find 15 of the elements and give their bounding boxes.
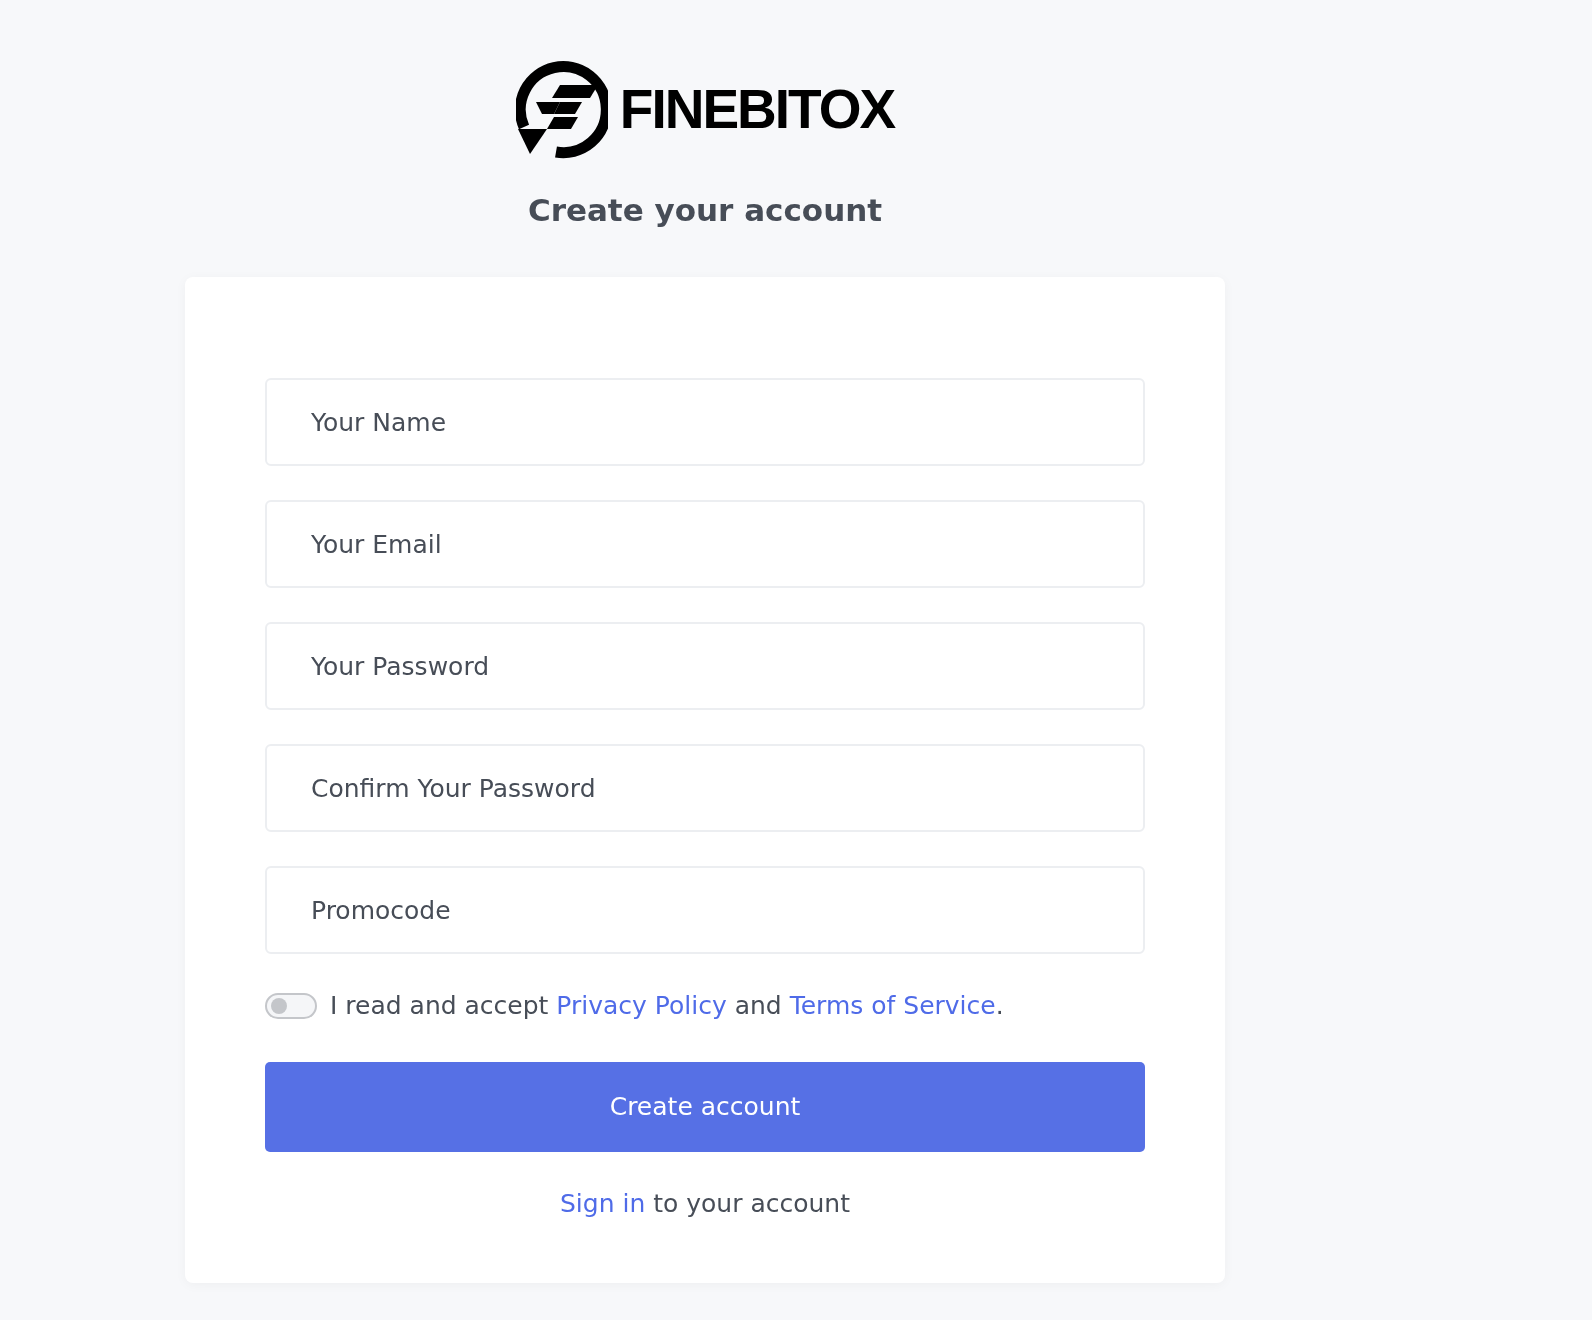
toggle-switch[interactable] [265,993,317,1019]
policy-link[interactable]: Privacy Policy [556,991,727,1020]
sign-in-link[interactable]: Sign in [560,1189,646,1218]
policy-link[interactable]: Terms of Service [789,991,996,1020]
input-field[interactable]: Your Name [265,378,1145,466]
input-field[interactable]: Your Password [265,622,1145,710]
sign-in-text: Sign in to your account [559,1188,851,1220]
input-field[interactable]: Your Email [265,500,1145,588]
page-heading: Create your account [527,191,883,230]
agreement-text: I read and accept Privacy Policy and Terms of Service. [330,990,1004,1022]
logo-text: FINEBITOX [619,81,895,137]
input-field[interactable]: Promocode [265,866,1145,954]
input-field[interactable]: Confirm Your Password [265,744,1145,832]
logo-icon [515,59,608,159]
create-account-button[interactable]: Create account [265,1062,1145,1152]
